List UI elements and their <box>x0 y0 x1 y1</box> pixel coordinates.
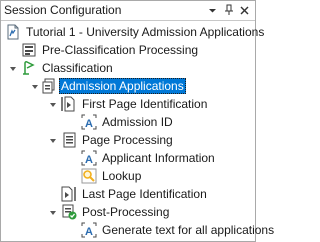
page-processing-icon <box>63 132 76 148</box>
text-field-icon: A <box>81 222 97 238</box>
svg-text:A: A <box>85 118 93 130</box>
session-tree: Tutorial 1 - University Admission Applic… <box>1 21 274 241</box>
processing-step-icon <box>22 43 36 57</box>
svg-text:A: A <box>85 154 93 166</box>
tree-item-label: Post-Processing <box>82 205 170 219</box>
tree-item-last-page-identification[interactable]: Last Page Identification <box>61 185 208 203</box>
tree-item-label: Applicant Information <box>102 151 215 165</box>
tree-item-label: Classification <box>42 61 113 75</box>
tree-item-admission-id[interactable]: A Admission ID <box>81 113 174 131</box>
panel-titlebar: Session Configuration <box>1 1 255 21</box>
classification-icon <box>23 61 35 75</box>
text-field-icon: A <box>81 150 97 166</box>
post-processing-icon <box>62 204 77 220</box>
tree-item-label: Last Page Identification <box>82 187 207 201</box>
tree-item-page-processing[interactable]: Page Processing <box>61 131 174 149</box>
tree-item-admission-applications[interactable]: Admission Applications <box>41 77 186 95</box>
last-page-icon <box>61 186 76 202</box>
tree-item-applicant-information[interactable]: A Applicant Information <box>81 149 216 167</box>
pin-icon <box>224 4 233 15</box>
pin-button[interactable] <box>222 3 235 17</box>
magnifier-icon <box>81 168 97 184</box>
tree-item-label: Tutorial 1 - University Admission Applic… <box>26 25 265 39</box>
tree-item-label: First Page Identification <box>82 97 208 111</box>
tree-item-generate-text[interactable]: A Generate text for all applications <box>81 221 275 239</box>
close-icon <box>240 6 249 14</box>
tree-item-post-processing[interactable]: Post-Processing <box>61 203 170 221</box>
expander-collapse-icon[interactable] <box>48 208 58 218</box>
tree-item-label: Generate text for all applications <box>102 223 275 237</box>
document-class-icon <box>42 78 55 94</box>
tree-item-classification[interactable]: Classification <box>21 59 114 77</box>
tree-item-pre-classification[interactable]: Pre-Classification Processing <box>21 41 199 59</box>
first-page-icon <box>61 96 75 112</box>
project-document-icon <box>7 24 19 40</box>
panel-title: Session Configuration <box>4 3 122 17</box>
close-button[interactable] <box>238 3 251 17</box>
session-configuration-panel: Session Configuration Tutorial 1 - Unive… <box>0 0 274 242</box>
expander-collapse-icon[interactable] <box>30 82 40 92</box>
window-position-dropdown-button[interactable] <box>206 3 219 17</box>
tree-item-lookup[interactable]: Lookup <box>81 167 142 185</box>
tree-item-label: Lookup <box>102 169 142 183</box>
svg-text:A: A <box>85 226 93 238</box>
tree-item-label: Admission Applications <box>59 78 186 94</box>
tree-item-first-page-identification[interactable]: First Page Identification <box>61 95 208 113</box>
text-field-icon: A <box>81 114 97 130</box>
expander-collapse-icon[interactable] <box>48 100 58 110</box>
tree-item-label: Page Processing <box>82 133 173 147</box>
expander-collapse-icon[interactable] <box>8 64 18 74</box>
tree-item-label: Admission ID <box>102 115 173 129</box>
tree-item-root[interactable]: Tutorial 1 - University Admission Applic… <box>5 23 265 41</box>
tree-item-label: Pre-Classification Processing <box>42 43 199 57</box>
expander-collapse-icon[interactable] <box>48 136 58 146</box>
chevron-down-icon <box>209 8 216 12</box>
